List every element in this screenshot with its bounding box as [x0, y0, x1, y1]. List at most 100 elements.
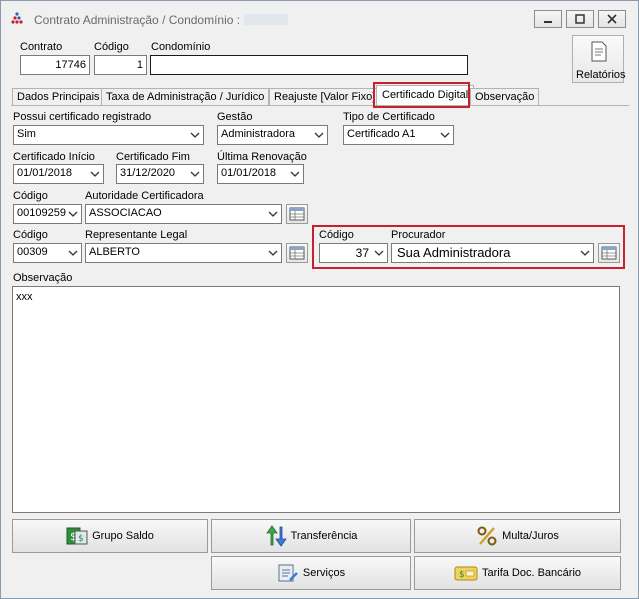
- inicio-date-picker[interactable]: 01/01/2018: [13, 164, 104, 184]
- minimize-icon: [544, 21, 552, 23]
- inicio-value: 01/01/2018: [17, 167, 73, 179]
- possui-combo[interactable]: Sim: [13, 125, 204, 145]
- tarifa-button[interactable]: $ Tarifa Doc. Bancário: [414, 556, 621, 590]
- fim-label: Certificado Fim: [116, 151, 190, 163]
- codigo-label: Código: [94, 41, 129, 53]
- procurador-codigo-label: Código: [319, 229, 354, 241]
- report-icon: [591, 41, 607, 62]
- procurador-codigo-value: 37: [355, 246, 369, 260]
- lookup-table-icon: [601, 246, 617, 260]
- inicio-label: Certificado Início: [13, 151, 95, 163]
- fim-date-picker[interactable]: 31/12/2020: [116, 164, 204, 184]
- tarifa-label: Tarifa Doc. Bancário: [481, 567, 582, 579]
- grupo-saldo-button[interactable]: $ $ Grupo Saldo: [12, 519, 208, 553]
- autoridade-lookup-button[interactable]: [286, 204, 308, 224]
- grupo-saldo-label: Grupo Saldo: [92, 530, 154, 542]
- app-logo-icon: [11, 12, 23, 24]
- gestao-value: Administradora: [221, 128, 295, 140]
- chevron-down-icon: [68, 211, 78, 217]
- condominio-label: Condomínio: [151, 41, 211, 53]
- percent-icon: [477, 526, 497, 546]
- multa-juros-button[interactable]: Multa/Juros: [414, 519, 621, 553]
- tab-taxa-administracao[interactable]: Taxa de Administração / Jurídico: [101, 88, 270, 105]
- tab-observacao[interactable]: Observação: [470, 88, 540, 105]
- maximize-button[interactable]: [566, 10, 594, 28]
- renovacao-value: 01/01/2018: [221, 167, 277, 179]
- representante-lookup-button[interactable]: [286, 243, 308, 263]
- tipo-combo[interactable]: Certificado A1: [343, 125, 454, 145]
- codigo-field[interactable]: 1: [94, 55, 147, 75]
- observacao-textarea[interactable]: xxx: [12, 286, 620, 513]
- fim-value: 31/12/2020: [120, 167, 176, 179]
- representante-codigo-combo[interactable]: 00309: [13, 243, 82, 263]
- condominio-field[interactable]: [150, 55, 468, 75]
- minimize-button[interactable]: [534, 10, 562, 28]
- chevron-down-icon: [268, 211, 278, 217]
- chevron-down-icon: [290, 171, 300, 177]
- autoridade-codigo-value: 00109259: [17, 207, 66, 219]
- autoridade-label: Autoridade Certificadora: [85, 190, 204, 202]
- tab-panel-border: [11, 105, 629, 106]
- representante-combo[interactable]: ALBERTO: [85, 243, 282, 263]
- chevron-down-icon: [268, 250, 278, 256]
- close-icon: [607, 14, 617, 24]
- relatorios-label: Relatórios: [576, 69, 626, 81]
- procurador-combo[interactable]: Sua Administradora: [391, 243, 594, 263]
- procurador-lookup-button[interactable]: [598, 243, 620, 263]
- autoridade-codigo-combo[interactable]: 00109259: [13, 204, 82, 224]
- title-redacted-block: [244, 14, 288, 25]
- multa-juros-label: Multa/Juros: [502, 530, 559, 542]
- observacao-label: Observação: [13, 272, 73, 284]
- procurador-value: Sua Administradora: [397, 245, 511, 260]
- gestao-label: Gestão: [217, 111, 253, 123]
- services-icon: [278, 564, 298, 582]
- tab-reajuste[interactable]: Reajuste [Valor Fixo]: [269, 88, 381, 105]
- servicos-label: Serviços: [302, 567, 346, 579]
- representante-codigo-value: 00309: [17, 246, 48, 258]
- window-title: Contrato Administração / Condomínio :: [34, 13, 241, 27]
- svg-text:$: $: [459, 570, 465, 580]
- bank-slip-icon: $: [454, 566, 478, 581]
- chevron-down-icon: [68, 250, 78, 256]
- lookup-table-icon: [289, 246, 305, 260]
- maximize-icon: [575, 14, 585, 24]
- active-tab-highlight: [373, 82, 470, 108]
- chevron-down-icon: [314, 132, 324, 138]
- autoridade-combo[interactable]: ASSOCIACAO: [85, 204, 282, 224]
- tipo-value: Certificado A1: [347, 128, 416, 140]
- contrato-field[interactable]: 17746: [20, 55, 90, 75]
- transferencia-button[interactable]: Transferência: [211, 519, 411, 553]
- close-button[interactable]: [598, 10, 626, 28]
- transferencia-label: Transferência: [290, 530, 358, 542]
- chevron-down-icon: [440, 132, 450, 138]
- servicos-button[interactable]: Serviços: [211, 556, 411, 590]
- tipo-label: Tipo de Certificado: [343, 111, 435, 123]
- autoridade-codigo-label: Código: [13, 190, 48, 202]
- contrato-label: Contrato: [20, 41, 63, 53]
- chevron-down-icon: [580, 250, 590, 256]
- chevron-down-icon: [90, 171, 100, 177]
- svg-text:$: $: [78, 534, 84, 544]
- gestao-combo[interactable]: Administradora: [217, 125, 328, 145]
- tab-dados-principais[interactable]: Dados Principais: [12, 88, 105, 105]
- lookup-table-icon: [289, 207, 305, 221]
- autoridade-value: ASSOCIACAO: [89, 207, 162, 219]
- renovacao-date-picker[interactable]: 01/01/2018: [217, 164, 304, 184]
- representante-codigo-label: Código: [13, 229, 48, 241]
- observacao-text: xxx: [16, 291, 33, 303]
- relatorios-button[interactable]: Relatórios: [572, 35, 626, 83]
- representante-value: ALBERTO: [89, 246, 140, 258]
- procurador-codigo-combo[interactable]: 37: [319, 243, 388, 263]
- main-window: Contrato Administração / Condomínio : Co…: [0, 0, 639, 599]
- renovacao-label: Última Renovação: [217, 151, 307, 163]
- chevron-down-icon: [374, 250, 384, 256]
- chevron-down-icon: [190, 171, 200, 177]
- possui-label: Possui certificado registrado: [13, 111, 152, 123]
- possui-value: Sim: [17, 128, 36, 140]
- title-bar: Contrato Administração / Condomínio :: [1, 1, 638, 35]
- transfer-arrows-icon: [265, 525, 287, 547]
- chevron-down-icon: [190, 132, 200, 138]
- representante-label: Representante Legal: [85, 229, 188, 241]
- procurador-label: Procurador: [391, 229, 446, 241]
- money-icon: $ $: [66, 527, 88, 545]
